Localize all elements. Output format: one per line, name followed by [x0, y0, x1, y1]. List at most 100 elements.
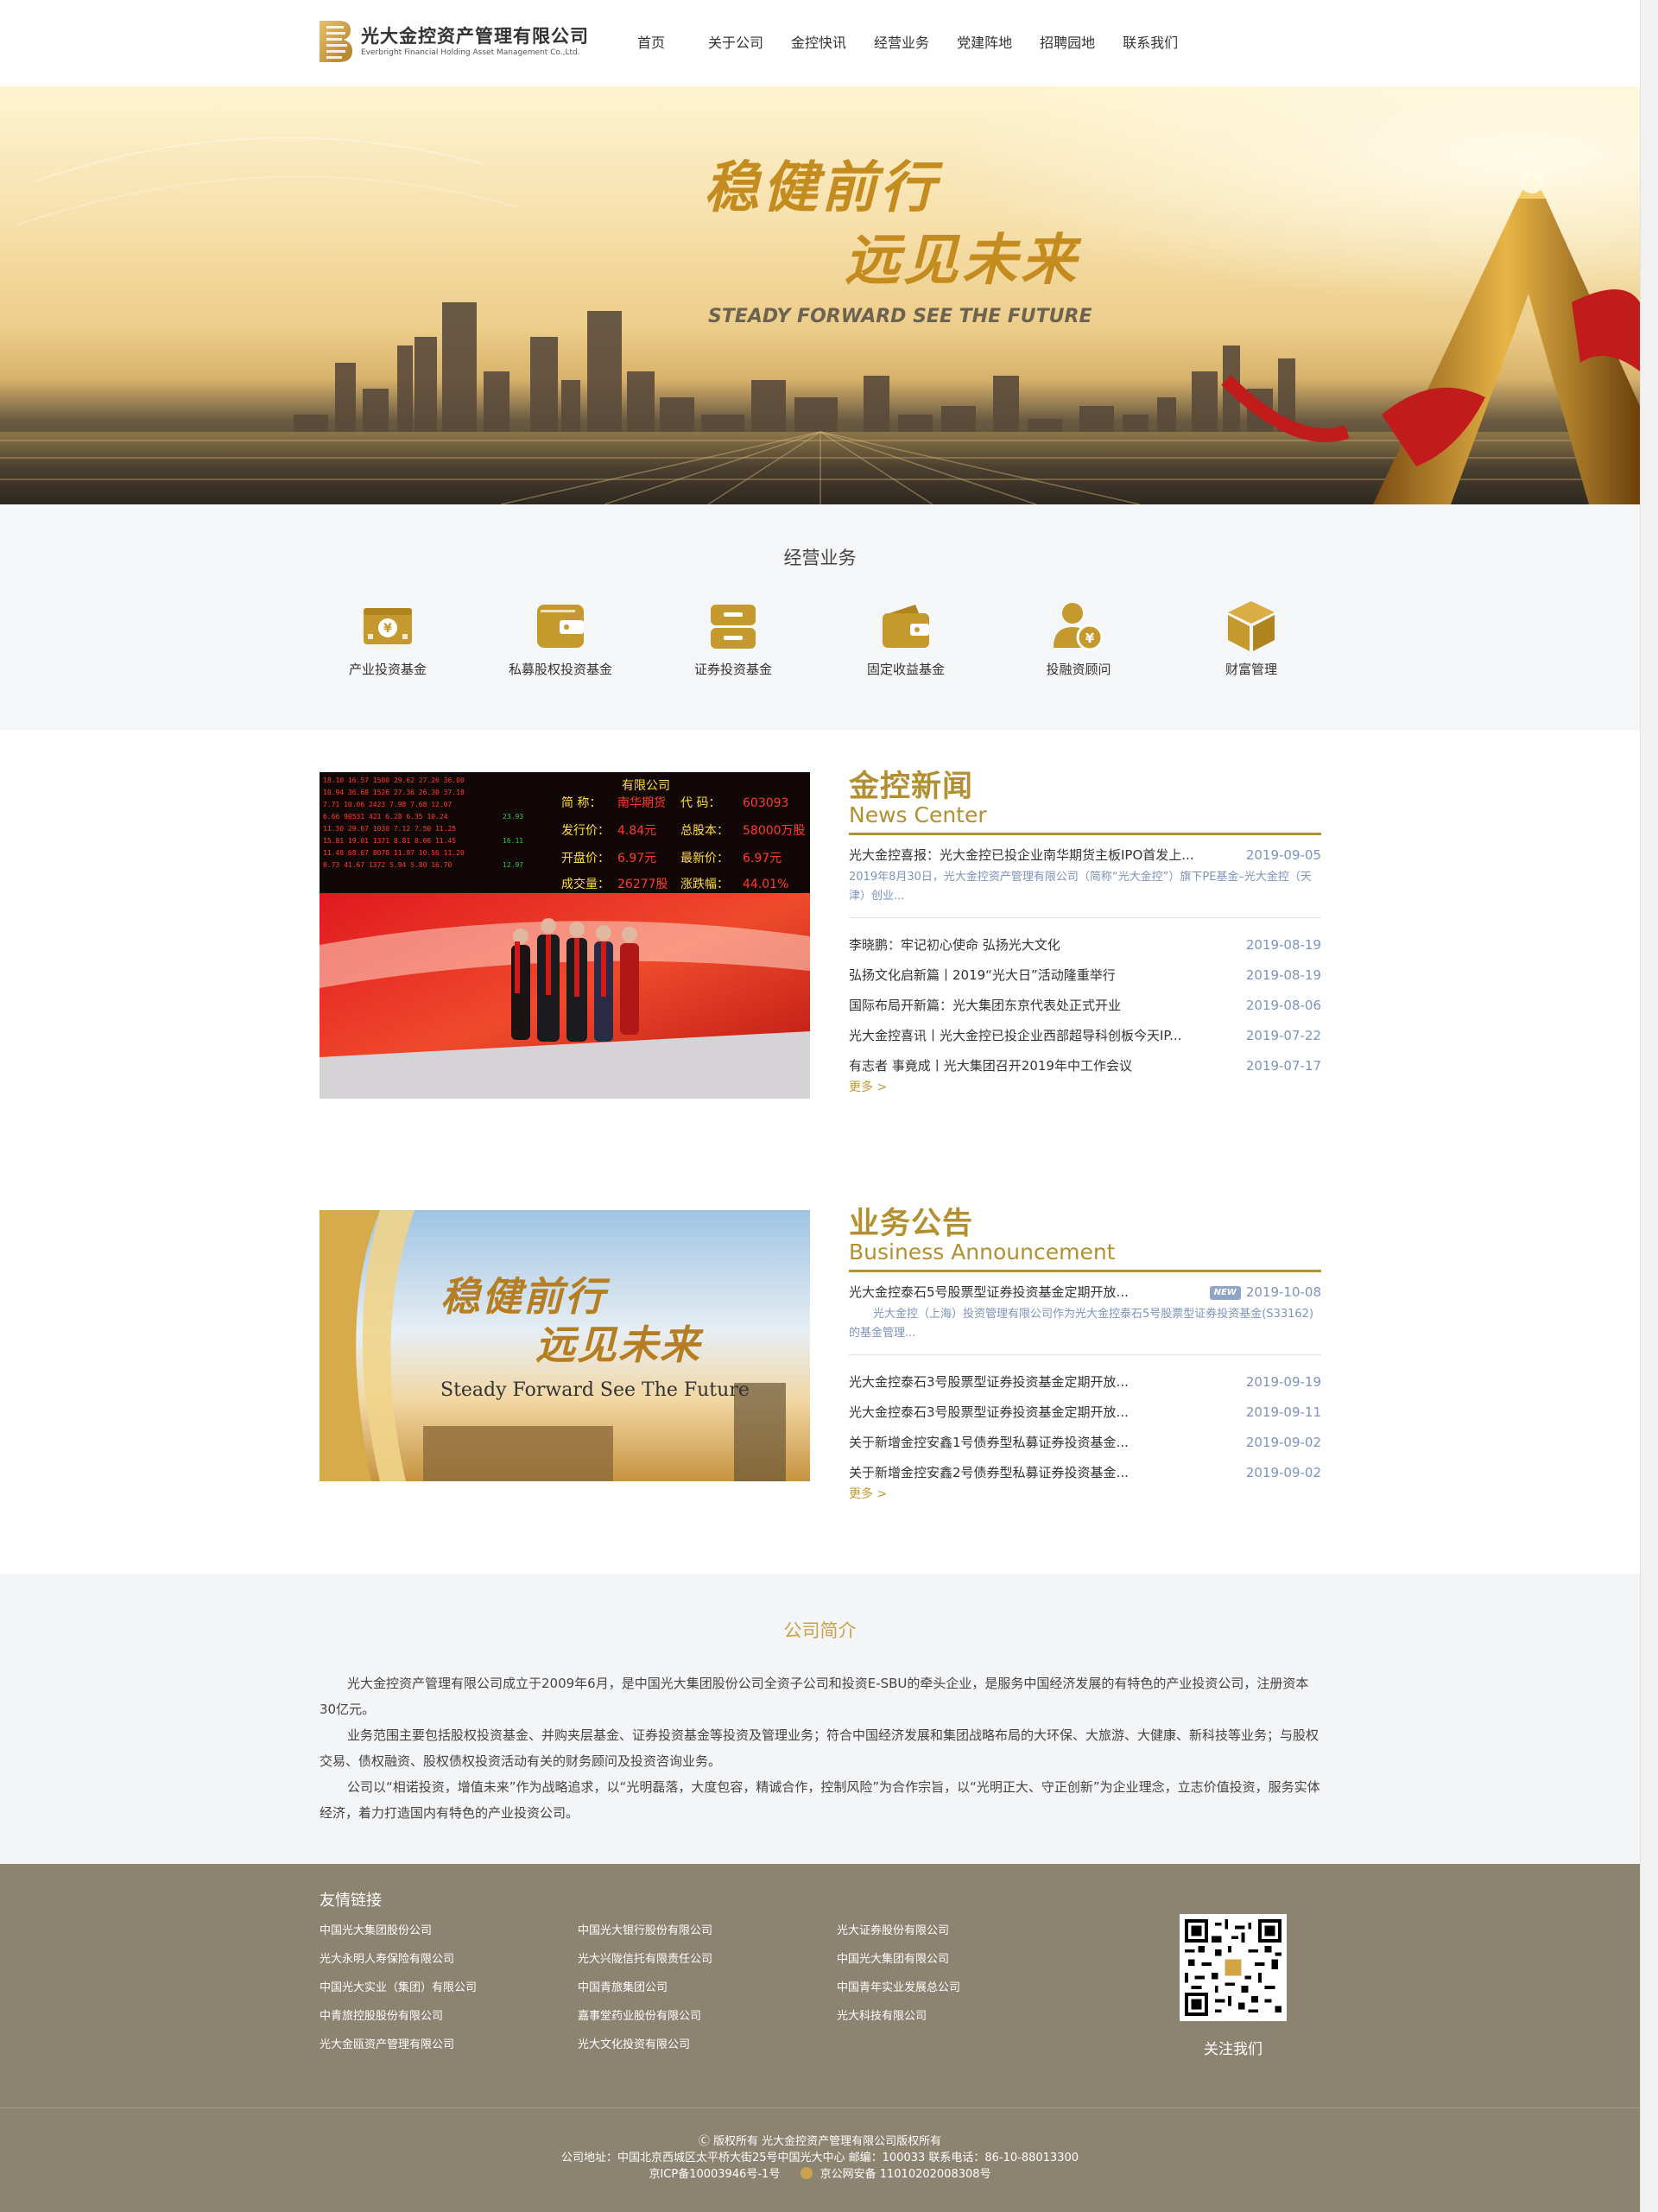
board-value: 26277股	[617, 878, 668, 891]
news-item-title[interactable]: 光大金控喜讯丨光大金控已投企业西部超导科创板今天IP...	[849, 1026, 1181, 1051]
friend-link[interactable]: 中国光大银行股份有限公司	[578, 1921, 712, 1937]
business-item[interactable]: 财富管理	[1174, 599, 1329, 678]
friend-link[interactable]: 中国光大实业（集团）有限公司	[320, 1978, 477, 1994]
announcement-item-date: 2019-09-02	[1245, 1465, 1321, 1480]
friend-link[interactable]: 嘉事堂药业股份有限公司	[578, 2006, 701, 2023]
news-item-title[interactable]: 弘扬文化启新篇丨2019“光大日”活动隆重举行	[849, 966, 1116, 991]
nav-contact[interactable]: 联系我们	[1123, 33, 1178, 54]
friend-link[interactable]: 中国青旅集团公司	[578, 1978, 668, 1994]
board-value: 603093	[743, 796, 788, 810]
list-item[interactable]: 关于新增金控安鑫1号债券型私募证券投资基金... 2019-09-02	[849, 1428, 1321, 1458]
logo-mark-icon	[320, 21, 352, 62]
nav-party[interactable]: 党建阵地	[957, 33, 1012, 54]
business-item-label: 产业投资基金	[348, 662, 427, 677]
advisor-icon: ¥	[1052, 599, 1105, 653]
friend-link[interactable]: 中国青年实业发展总公司	[837, 1978, 960, 1994]
nav-business[interactable]: 经营业务	[874, 33, 929, 54]
news-featured-desc: 2019年8月30日，光大金控资产管理有限公司（简称“光大金控”）旗下PE基金–…	[849, 868, 1321, 918]
svg-text:15.81 19.01 1371 8.81 8.66 11.: 15.81 19.01 1371 8.81 8.66 11.45	[323, 837, 456, 845]
board-label: 简 称：	[561, 795, 601, 810]
news-item-date: 2019-07-17	[1245, 1058, 1321, 1074]
announcement-item-title[interactable]: 光大金控泰石3号股票型证券投资基金定期开放...	[849, 1403, 1129, 1428]
announcement-featured-desc: 光大金控（上海）投资管理有限公司作为光大金控泰石5号股票型证券投资基金(S331…	[849, 1305, 1321, 1355]
friend-link[interactable]: 光大文化投资有限公司	[578, 2035, 690, 2051]
nav-home[interactable]: 首页	[637, 33, 665, 54]
address-text: 公司地址：中国北京西城区太平桥大街25号中国光大中心 邮编：100033 联系电…	[560, 2152, 1079, 2164]
list-item[interactable]: 弘扬文化启新篇丨2019“光大日”活动隆重举行 2019-08-19	[849, 960, 1321, 991]
business-item-label: 私募股权投资基金	[508, 662, 612, 677]
svg-text:23.93: 23.93	[503, 813, 523, 821]
friend-link[interactable]: 光大金瓯资产管理有限公司	[320, 2035, 454, 2051]
logo[interactable]: 光大金控资产管理有限公司 Everbright Financial Holdin…	[320, 21, 589, 62]
list-item[interactable]: 光大金控喜讯丨光大金控已投企业西部超导科创板今天IP... 2019-07-22	[849, 1021, 1321, 1051]
svg-text:18.10 16.57 1500 29.62 27.26 3: 18.10 16.57 1500 29.62 27.26 36.00	[323, 776, 465, 784]
news-item-date: 2019-07-22	[1245, 1028, 1321, 1043]
news-item-title[interactable]: 李晓鹏：牢记初心使命 弘扬光大文化	[849, 935, 1060, 960]
friend-link[interactable]: 光大科技有限公司	[837, 2006, 927, 2023]
news-item-title[interactable]: 国际布局开新篇：光大集团东京代表处正式开业	[849, 996, 1121, 1021]
page-scrollbar[interactable]	[1640, 0, 1658, 2212]
announcement-featured-title[interactable]: 光大金控泰石5号股票型证券投资基金定期开放...	[849, 1283, 1129, 1302]
nav-news[interactable]: 金控快讯	[791, 33, 846, 54]
news-list: 李晓鹏：牢记初心使命 弘扬光大文化 2019-08-19 弘扬文化启新篇丨2019…	[849, 930, 1321, 1081]
business-item[interactable]: 固定收益基金	[828, 599, 984, 678]
business-item[interactable]: 私募股权投资基金	[483, 599, 638, 678]
site-header: 光大金控资产管理有限公司 Everbright Financial Holdin…	[0, 0, 1640, 86]
icp-text[interactable]: 京ICP备10003946号-1号	[649, 2168, 780, 2181]
board-label: 发行价：	[561, 824, 610, 838]
friend-link[interactable]: 中青旅控股股份有限公司	[320, 2006, 443, 2023]
main-nav: 首页 关于公司 金控快讯 经营业务 党建阵地 招聘园地 联系我们	[637, 33, 1206, 54]
svg-text:12.97: 12.97	[503, 861, 523, 869]
board-label: 成交量：	[561, 877, 610, 891]
friend-link[interactable]: 光大永明人寿保险有限公司	[320, 1949, 454, 1966]
announcement-subtitle: Business Announcement	[849, 1239, 1116, 1264]
board-value: 4.84元	[617, 824, 656, 838]
announcement-item-title[interactable]: 关于新增金控安鑫1号债券型私募证券投资基金...	[849, 1433, 1129, 1458]
board-label: 最新价：	[680, 852, 729, 865]
list-item[interactable]: 关于新增金控安鑫2号债券型私募证券投资基金... 2019-09-02	[849, 1458, 1321, 1488]
announcement-image-slogan-english: Steady Forward See The Future	[440, 1379, 750, 1401]
business-item[interactable]: ¥ 投融资顾问	[1001, 599, 1156, 678]
business-item-label: 证券投资基金	[693, 662, 772, 677]
news-featured-row[interactable]: 光大金控喜报：光大金控已投企业南华期货主板IPO首发上... 2019-09-0…	[849, 846, 1321, 865]
nav-careers[interactable]: 招聘园地	[1040, 33, 1095, 54]
friend-link[interactable]: 中国光大集团股份公司	[320, 1921, 432, 1937]
announcement-item-date: 2019-09-19	[1245, 1374, 1321, 1390]
list-item[interactable]: 光大金控泰石3号股票型证券投资基金定期开放... 2019-09-19	[849, 1367, 1321, 1398]
friend-link[interactable]: 光大兴陇信托有限责任公司	[578, 1949, 712, 1966]
nav-about[interactable]: 关于公司	[708, 33, 763, 54]
friend-link[interactable]: 中国光大集团有限公司	[837, 1949, 949, 1966]
list-item[interactable]: 李晓鹏：牢记初心使命 弘扬光大文化 2019-08-19	[849, 930, 1321, 960]
money-card-icon: ¥	[361, 599, 414, 653]
news-feature-image[interactable]: 18.10 16.57 1500 29.62 27.26 36.00 10.94…	[320, 772, 810, 1099]
svg-text:10.94 36.68 1526 27.36 26.30 3: 10.94 36.68 1526 27.36 26.30 37.18	[323, 789, 465, 796]
svg-text:6.66 90531 421 6.28 6.35 10.24: 6.66 90531 421 6.28 6.35 10.24	[323, 813, 448, 821]
business-item[interactable]: ¥ 产业投资基金	[310, 599, 465, 678]
announcement-featured-date: 2019-10-08	[1245, 1284, 1321, 1300]
announcement-feature-image[interactable]: 稳健前行 远见未来 Steady Forward See The Future	[320, 1210, 810, 1481]
hero-banner: 稳健前行 远见未来 STEADY FORWARD SEE THE FUTURE	[0, 86, 1640, 504]
list-item[interactable]: 有志者 事竟成丨光大集团召开2019年中工作会议 2019-07-17	[849, 1051, 1321, 1081]
logo-company-name: 光大金控资产管理有限公司	[361, 26, 589, 47]
news-item-date: 2019-08-19	[1245, 967, 1321, 983]
friend-link[interactable]: 光大证券股份有限公司	[837, 1921, 949, 1937]
news-item-title[interactable]: 有志者 事竟成丨光大集团召开2019年中工作会议	[849, 1056, 1132, 1081]
svg-text:¥: ¥	[1085, 631, 1095, 646]
news-item-date: 2019-08-19	[1245, 937, 1321, 953]
news-title: 金控新闻	[849, 770, 974, 804]
board-label: 总股本：	[680, 824, 729, 838]
announcement-list: 光大金控泰石3号股票型证券投资基金定期开放... 2019-09-19 光大金控泰…	[849, 1367, 1321, 1488]
announcement-featured-row[interactable]: 光大金控泰石5号股票型证券投资基金定期开放... NEW 2019-10-08	[849, 1283, 1321, 1302]
news-featured-title[interactable]: 光大金控喜报：光大金控已投企业南华期货主板IPO首发上...	[849, 846, 1194, 865]
intro-paragraph: 业务范围主要包括股权投资基金、并购夹层基金、证券投资基金等投资及管理业务；符合中…	[320, 1727, 1319, 1769]
police-record-text[interactable]: 京公网安备 11010202008308号	[820, 2168, 991, 2181]
list-item[interactable]: 国际布局开新篇：光大集团东京代表处正式开业 2019-08-06	[849, 991, 1321, 1021]
list-item[interactable]: 光大金控泰石3号股票型证券投资基金定期开放... 2019-09-11	[849, 1398, 1321, 1428]
announcement-item-date: 2019-09-11	[1245, 1404, 1321, 1420]
announcement-item-title[interactable]: 光大金控泰石3号股票型证券投资基金定期开放...	[849, 1372, 1129, 1398]
business-item-label: 财富管理	[1225, 662, 1277, 677]
site-footer: 友情链接 中国光大集团股份公司 中国光大银行股份有限公司 光大证券股份有限公司 …	[0, 1864, 1640, 2212]
business-item[interactable]: 证券投资基金	[655, 599, 811, 678]
announcement-item-title[interactable]: 关于新增金控安鑫2号债券型私募证券投资基金...	[849, 1463, 1129, 1488]
news-divider	[849, 833, 1321, 835]
